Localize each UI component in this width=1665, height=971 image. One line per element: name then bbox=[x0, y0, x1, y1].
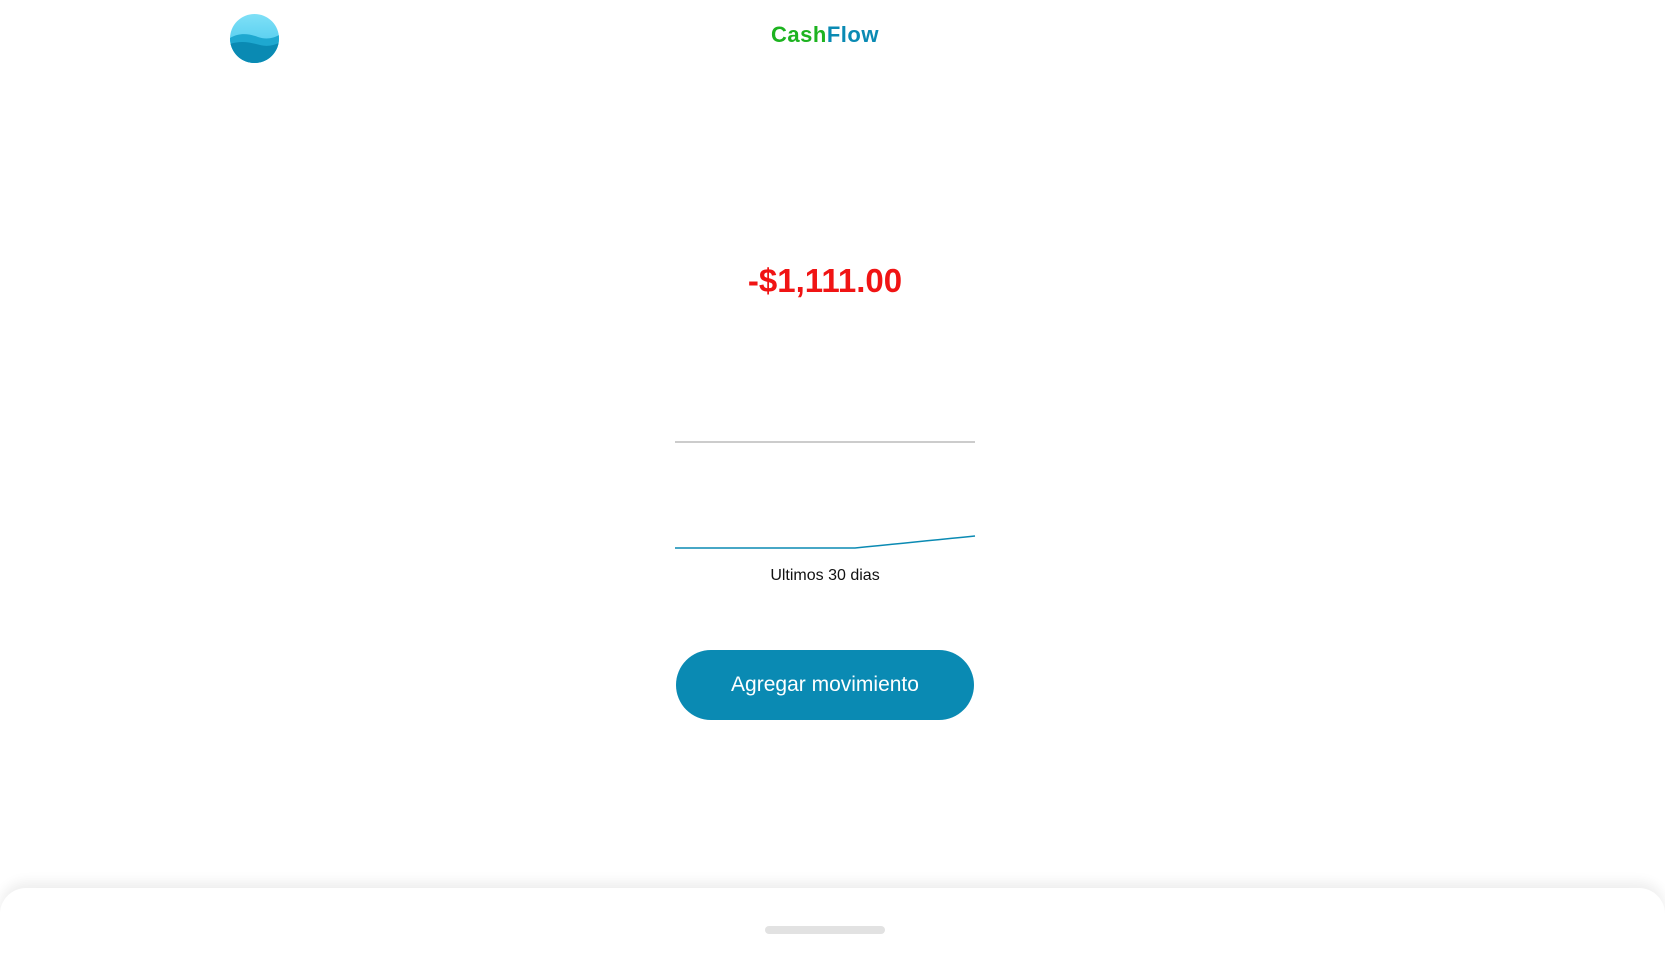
balance-chart-svg bbox=[675, 441, 976, 549]
balance-amount: -$1,111.00 bbox=[747, 262, 903, 299]
brand-cash: Cash bbox=[771, 22, 827, 47]
drag-handle-icon[interactable] bbox=[765, 926, 885, 934]
bottom-sheet[interactable] bbox=[0, 888, 1665, 971]
balance-chart bbox=[675, 430, 976, 550]
chart-caption: Ultimos 30 dias bbox=[770, 567, 880, 584]
app-brand-title: CashFlow bbox=[0, 22, 1650, 48]
chart-series-line bbox=[675, 535, 976, 549]
app-screen: CashFlow -$1,111.00 Ultimos 30 dias Agre… bbox=[0, 0, 1665, 971]
add-movement-button[interactable]: Agregar movimiento bbox=[676, 650, 974, 720]
brand-flow: Flow bbox=[826, 22, 879, 47]
